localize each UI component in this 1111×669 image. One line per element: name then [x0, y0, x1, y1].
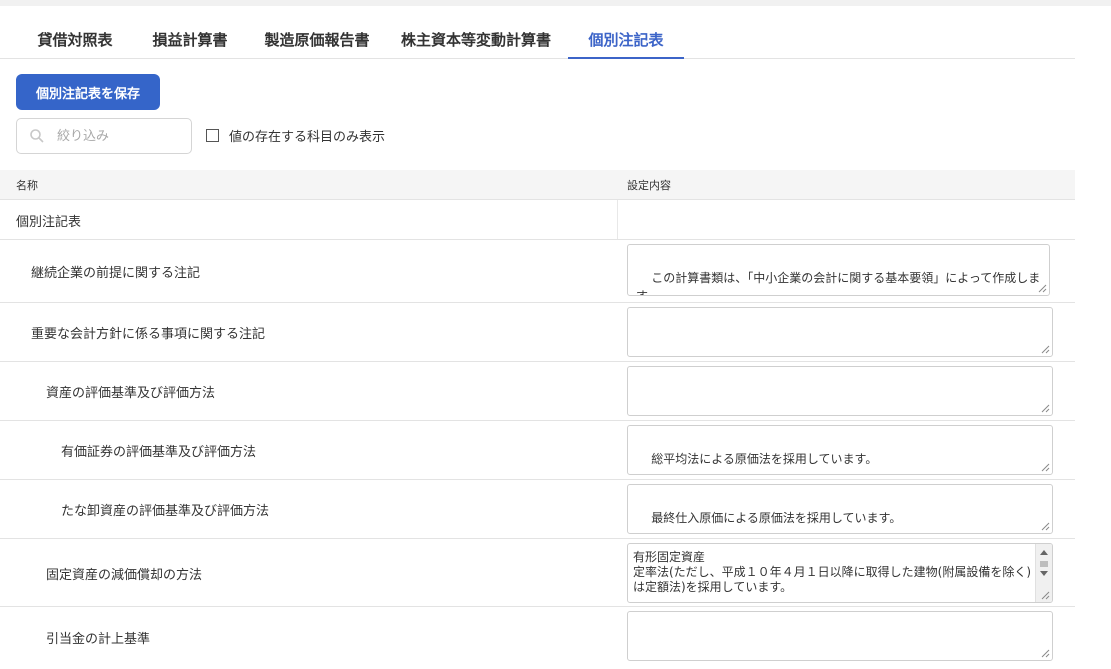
- table-row: たな卸資産の評価基準及び評価方法 最終仕入原価による原価法を採用しています。: [0, 480, 1075, 539]
- setting-textarea[interactable]: [627, 366, 1053, 416]
- row-name: たな卸資産の評価基準及び評価方法: [61, 504, 270, 519]
- setting-textarea[interactable]: 総平均法による原価法を採用しています。: [627, 425, 1053, 475]
- resize-grip-icon[interactable]: [1041, 649, 1050, 658]
- table-header: 名称 設定内容: [0, 170, 1075, 200]
- row-name: 重要な会計方針に係る事項に関する注記: [31, 327, 266, 342]
- setting-textarea[interactable]: 有形固定資産 定率法(ただし、平成１０年４月１日以降に取得した建物(附属設備を除…: [627, 543, 1053, 603]
- resize-grip-icon[interactable]: [1038, 284, 1047, 293]
- scroll-up-icon[interactable]: [1040, 550, 1048, 555]
- tab-bar: 貸借対照表 損益計算書 製造原価報告書 株主資本等変動計算書 個別注記表: [0, 22, 1075, 59]
- scroll-down-icon[interactable]: [1040, 571, 1048, 576]
- only-values-toggle[interactable]: 値の存在する科目のみ表示: [206, 126, 385, 145]
- tab-individual-notes[interactable]: 個別注記表: [568, 22, 684, 59]
- row-name: 引当金の計上基準: [46, 632, 151, 647]
- filter-input[interactable]: [55, 124, 187, 148]
- row-name: 継続企業の前提に関する注記: [31, 266, 201, 281]
- setting-text: 最終仕入原価による原価法を採用しています。: [651, 511, 902, 525]
- setting-text: 総平均法による原価法を採用しています。: [651, 452, 878, 466]
- column-header-setting: 設定内容: [627, 179, 671, 192]
- filter-box: [16, 118, 192, 154]
- row-name: 固定資産の減価償却の方法: [46, 568, 203, 583]
- setting-text: 有形固定資産 定率法(ただし、平成１０年４月１日以降に取得した建物(附属設備を除…: [633, 550, 1032, 594]
- setting-textarea[interactable]: [627, 307, 1053, 357]
- table-row: 引当金の計上基準: [0, 607, 1075, 669]
- search-icon: [30, 129, 44, 143]
- resize-grip-icon[interactable]: [1041, 463, 1050, 472]
- cell-divider: [617, 200, 618, 239]
- table-row: 個別注記表: [0, 200, 1075, 240]
- setting-textarea[interactable]: 最終仕入原価による原価法を採用しています。: [627, 484, 1053, 534]
- row-name: 資産の評価基準及び評価方法: [46, 386, 216, 401]
- scroll-thumb[interactable]: [1040, 561, 1048, 567]
- top-strip: [0, 0, 1111, 6]
- table-row: 継続企業の前提に関する注記 この計算書類は、「中小企業の会計に関する基本要領」に…: [0, 240, 1075, 303]
- setting-textarea[interactable]: [627, 611, 1053, 661]
- setting-textarea[interactable]: この計算書類は、「中小企業の会計に関する基本要領」によって作成します。: [627, 244, 1050, 296]
- tab-income-statement[interactable]: 損益計算書: [140, 22, 240, 58]
- setting-text: この計算書類は、「中小企業の会計に関する基本要領」によって作成します。: [636, 271, 1041, 296]
- table-row: 固定資産の減価償却の方法 有形固定資産 定率法(ただし、平成１０年４月１日以降に…: [0, 539, 1075, 607]
- table-row: 重要な会計方針に係る事項に関する注記: [0, 303, 1075, 362]
- only-values-checkbox[interactable]: [206, 129, 219, 142]
- save-notes-button[interactable]: 個別注記表を保存: [16, 74, 160, 110]
- resize-grip-icon[interactable]: [1041, 522, 1050, 531]
- column-header-name: 名称: [16, 179, 38, 192]
- resize-grip-icon[interactable]: [1041, 404, 1050, 413]
- table-row: 資産の評価基準及び評価方法: [0, 362, 1075, 421]
- tab-balance-sheet[interactable]: 貸借対照表: [18, 22, 132, 58]
- table-row: 有価証券の評価基準及び評価方法 総平均法による原価法を採用しています。: [0, 421, 1075, 480]
- row-name: 個別注記表: [16, 215, 82, 230]
- only-values-label: 値の存在する科目のみ表示: [229, 130, 386, 145]
- resize-grip-icon[interactable]: [1041, 345, 1050, 354]
- tab-manufacturing-cost-report[interactable]: 製造原価報告書: [250, 22, 384, 58]
- row-name: 有価証券の評価基準及び評価方法: [61, 445, 257, 460]
- resize-grip-icon[interactable]: [1041, 591, 1050, 600]
- tab-shareholders-equity-statement[interactable]: 株主資本等変動計算書: [390, 22, 562, 58]
